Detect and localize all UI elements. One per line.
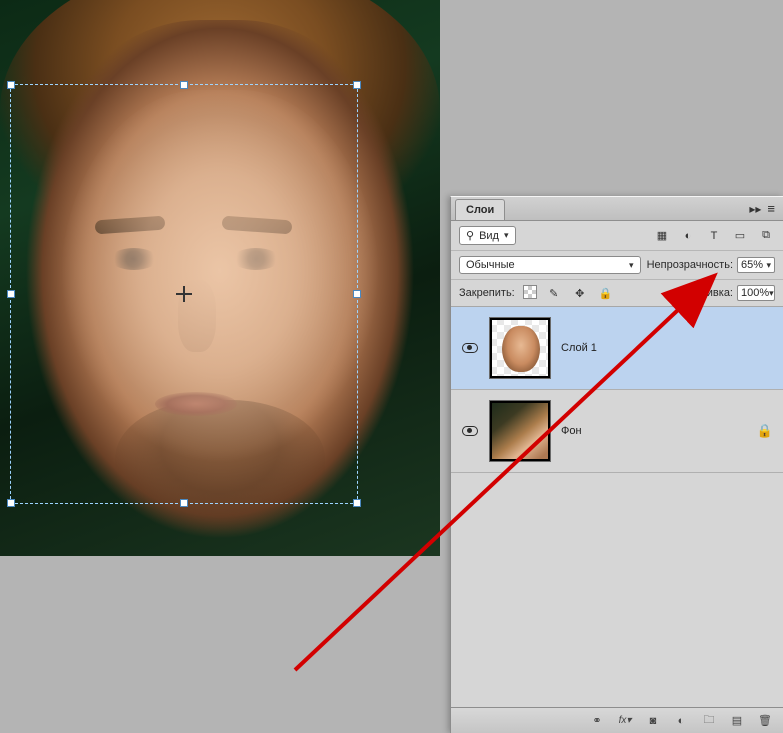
- blend-opacity-row: Обычные ▾ Непрозрачность: 65% ▾: [451, 251, 783, 280]
- workspace-background: [0, 556, 440, 733]
- add-mask-icon[interactable]: ◙: [645, 713, 661, 729]
- document-canvas[interactable]: [0, 0, 440, 556]
- lock-icon: 🔒: [757, 423, 773, 439]
- chevron-down-icon: ▾: [629, 260, 634, 271]
- panel-tab-bar: Слои ▸▸ ≡: [451, 197, 783, 221]
- layer-name[interactable]: Фон: [561, 425, 747, 437]
- transform-handle-sw[interactable]: [7, 499, 15, 507]
- lock-position-icon[interactable]: ✥: [571, 285, 589, 301]
- layer-name[interactable]: Слой 1: [561, 342, 773, 354]
- filter-adjustment-icon[interactable]: ◐: [679, 228, 697, 244]
- blend-mode-value: Обычные: [466, 259, 515, 271]
- layer-thumbnail[interactable]: [489, 400, 551, 462]
- link-layers-icon[interactable]: ⚭: [589, 713, 605, 729]
- layer-fx-icon[interactable]: fx▾: [617, 713, 633, 729]
- layers-panel: Слои ▸▸ ≡ ⚲ Вид ▾ ▦ ◐ T ▭ ⧉ Обычные ▾ Не…: [450, 196, 783, 733]
- layer-thumbnail[interactable]: [489, 317, 551, 379]
- layer-item[interactable]: Слой 1: [451, 307, 783, 390]
- opacity-label: Непрозрачность:: [647, 259, 733, 271]
- image-content-overlay-face: [60, 90, 380, 490]
- layer-search-mode-select[interactable]: ⚲ Вид ▾: [459, 226, 516, 245]
- lock-label: Закрепить:: [459, 287, 515, 299]
- collapse-panel-icon[interactable]: ▸▸: [749, 202, 761, 216]
- chevron-down-icon: ▾: [504, 230, 509, 241]
- search-icon: ⚲: [466, 229, 474, 242]
- fill-input[interactable]: 100% ▾: [737, 285, 775, 301]
- layers-list: Слой 1 Фон 🔒: [451, 307, 783, 707]
- filter-shape-icon[interactable]: ▭: [731, 228, 749, 244]
- layer-filter-row: ⚲ Вид ▾ ▦ ◐ T ▭ ⧉: [451, 221, 783, 251]
- opacity-value: 65%: [741, 259, 763, 271]
- lock-transparency-icon[interactable]: [523, 285, 537, 299]
- new-layer-icon[interactable]: ▤: [729, 713, 745, 729]
- filter-smartobject-icon[interactable]: ⧉: [757, 228, 775, 244]
- fill-value: 100%: [741, 287, 769, 299]
- lock-all-icon[interactable]: 🔒: [597, 285, 615, 301]
- layer-item[interactable]: Фон 🔒: [451, 390, 783, 473]
- visibility-toggle-icon[interactable]: [462, 426, 478, 436]
- opacity-input[interactable]: 65% ▾: [737, 257, 775, 273]
- filter-pixel-icon[interactable]: ▦: [653, 228, 671, 244]
- tab-layers[interactable]: Слои: [455, 199, 505, 220]
- adjustment-layer-icon[interactable]: ◐: [673, 713, 689, 729]
- panel-menu-icon[interactable]: ≡: [767, 201, 775, 216]
- new-group-icon[interactable]: 🗀: [701, 713, 717, 729]
- filter-type-icon[interactable]: T: [705, 228, 723, 244]
- layer-search-mode-label: Вид: [479, 230, 499, 242]
- delete-layer-icon[interactable]: 🗑: [757, 713, 773, 729]
- lock-fill-row: Закрепить: ✎ ✥ 🔒 Заливка: 100% ▾: [451, 280, 783, 307]
- lock-pixels-icon[interactable]: ✎: [545, 285, 563, 301]
- chevron-down-icon: ▾: [769, 288, 774, 299]
- layers-panel-footer: ⚭ fx▾ ◙ ◐ 🗀 ▤ 🗑: [451, 707, 783, 733]
- chevron-down-icon: ▾: [766, 260, 771, 271]
- fill-label: Заливка:: [688, 287, 733, 299]
- blend-mode-select[interactable]: Обычные ▾: [459, 256, 641, 274]
- visibility-toggle-icon[interactable]: [462, 343, 478, 353]
